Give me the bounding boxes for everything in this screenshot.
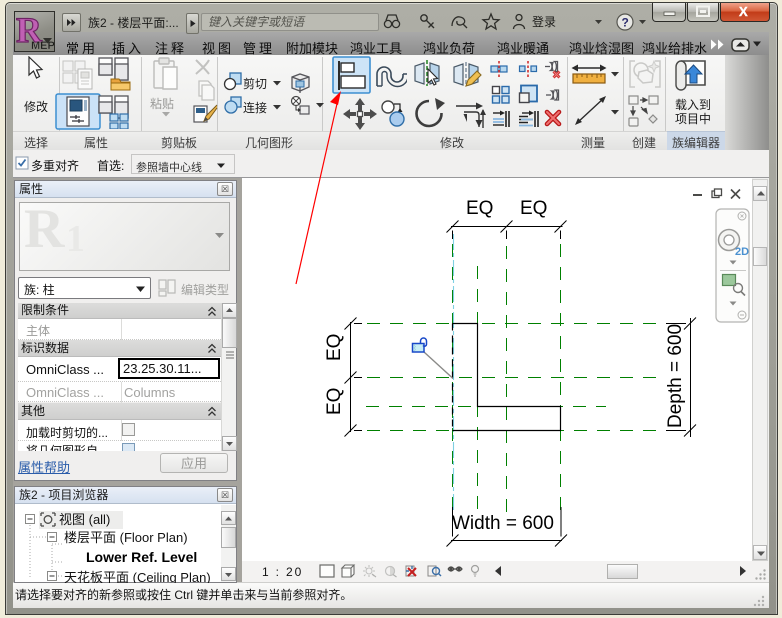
svg-text:EQ: EQ <box>466 198 493 219</box>
svg-text:天花板平面 (Ceiling Plan): 天花板平面 (Ceiling Plan) <box>64 570 211 583</box>
svg-text:Depth = 600: Depth = 600 <box>665 324 686 428</box>
svg-text:登录: 登录 <box>532 14 556 29</box>
svg-text:X: X <box>739 4 748 19</box>
svg-text:2D: 2D <box>735 246 749 258</box>
svg-text:MEP: MEP <box>31 40 54 51</box>
svg-text:EQ: EQ <box>324 334 345 361</box>
svg-text:Width = 600: Width = 600 <box>452 513 554 534</box>
svg-text:视图 (all): 视图 (all) <box>59 512 110 527</box>
svg-text:?: ? <box>622 16 629 30</box>
svg-text:EQ: EQ <box>324 388 345 415</box>
svg-text:楼层平面 (Floor Plan): 楼层平面 (Floor Plan) <box>64 530 188 545</box>
svg-text:EQ: EQ <box>520 198 547 219</box>
svg-text:Lower Ref. Level: Lower Ref. Level <box>86 549 197 565</box>
